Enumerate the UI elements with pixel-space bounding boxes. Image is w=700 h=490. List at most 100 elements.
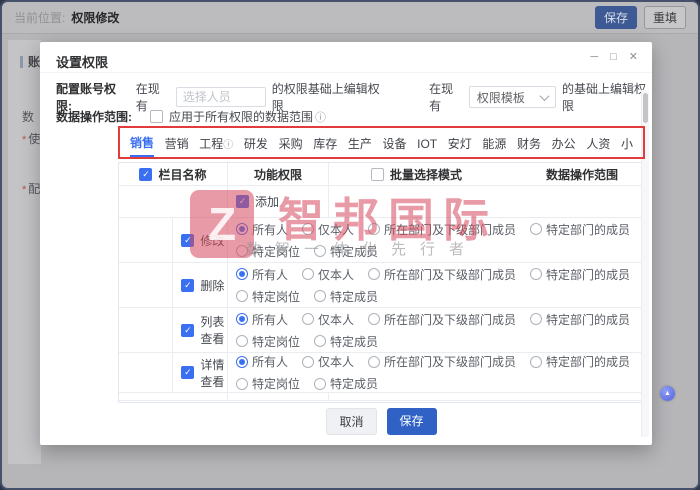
scope-option[interactable]: 所有人 [235, 311, 288, 328]
assistant-floating-button[interactable]: ▲ [660, 386, 675, 401]
permission-template-select[interactable]: 权限模板 [468, 86, 557, 108]
radio-icon[interactable] [235, 313, 248, 325]
radio-icon[interactable] [313, 245, 326, 257]
function-checkbox[interactable]: ✓ [181, 323, 195, 337]
radio-icon[interactable] [367, 313, 380, 325]
batch-mode-checkbox[interactable] [370, 167, 384, 181]
scope-option[interactable]: 特定岗位 [235, 333, 300, 350]
save-button[interactable]: 保存 [386, 408, 437, 435]
scope-option[interactable]: 所有人 [235, 221, 288, 238]
module-tab[interactable]: IOT [417, 131, 437, 155]
function-checkbox[interactable]: ✓ [181, 233, 195, 247]
scope-option-label: 特定岗位 [251, 244, 300, 259]
radio-icon[interactable] [235, 268, 248, 280]
module-tab[interactable]: 财务 [517, 129, 541, 156]
background-form-panel: 账号 数*使*配 [8, 40, 41, 464]
scope-option[interactable]: 仅本人 [301, 353, 354, 370]
dimmed-page: 当前位置: 权限修改 保存 重填 账号 数*使*配 设置权限 ─ □ ✕ 配 [2, 2, 698, 488]
radio-icon[interactable] [367, 268, 380, 280]
scope-option[interactable]: 特定岗位 [235, 288, 300, 305]
scope-option-label: 仅本人 [317, 312, 354, 327]
function-cell [228, 393, 329, 400]
scope-option[interactable]: 所在部门及下级部门成员 [367, 311, 516, 328]
radio-icon[interactable] [235, 355, 248, 368]
maximize-icon[interactable]: □ [610, 50, 617, 64]
scope-option[interactable]: 所在部门及下级部门成员 [367, 266, 516, 283]
module-tab[interactable]: 研发 [244, 129, 268, 156]
module-tab[interactable]: 办公 [552, 129, 576, 156]
cancel-button[interactable]: 取消 [326, 408, 377, 435]
module-tab[interactable]: 销售 [130, 128, 155, 157]
scope-option-label: 所在部门及下级部门成员 [383, 222, 516, 237]
radio-icon[interactable] [313, 290, 326, 302]
radio-icon[interactable] [301, 223, 314, 235]
scope-option[interactable]: 所在部门及下级部门成员 [367, 353, 516, 370]
module-tab[interactable]: 安灯 [448, 129, 472, 156]
scope-option[interactable]: 特定成员 [313, 288, 378, 305]
function-checkbox[interactable]: ✓ [181, 278, 195, 292]
function-label: 修改 [200, 233, 225, 248]
scope-option[interactable]: 特定部门的成员 [529, 311, 630, 328]
radio-icon[interactable] [529, 268, 542, 280]
scope-option[interactable]: 特定部门的成员 [529, 221, 630, 238]
minimize-icon[interactable]: ─ [590, 50, 598, 64]
scope-option[interactable]: 仅本人 [301, 311, 354, 328]
close-icon[interactable]: ✕ [629, 50, 638, 64]
scope-column-header: 数据操作范围 [546, 167, 619, 182]
radio-icon[interactable] [235, 290, 248, 302]
scope-option[interactable]: 所有人 [235, 266, 288, 283]
module-tab[interactable]: 工程ⓘ [199, 129, 233, 156]
module-tab[interactable]: 库存 [313, 129, 337, 156]
table-row: ✓ 删除 所有人 仅本人 所在部门及下级部门成员 特定部门的成员 特定岗位 特定成员 [119, 263, 644, 308]
radio-icon[interactable] [313, 335, 326, 347]
scope-option[interactable]: 所在部门及下级部门成员 [367, 221, 516, 238]
scope-option[interactable]: 特定成员 [313, 333, 378, 350]
radio-icon[interactable] [367, 355, 380, 368]
radio-icon[interactable] [529, 313, 542, 325]
radio-icon[interactable] [235, 335, 248, 347]
topbar-reset-button[interactable]: 重填 [643, 6, 686, 29]
module-tab[interactable]: 能源 [482, 129, 506, 156]
topbar-save-button[interactable]: 保存 [594, 6, 637, 29]
scope-option-label: 特定部门的成员 [545, 312, 630, 327]
function-checkbox[interactable]: ✓ [181, 366, 195, 379]
radio-icon[interactable] [529, 355, 542, 368]
column-name-cell [119, 186, 228, 217]
module-tab[interactable]: 设备 [382, 129, 406, 156]
radio-icon[interactable] [235, 245, 248, 257]
scope-option-label: 仅本人 [317, 355, 354, 369]
scope-option[interactable]: 所有人 [235, 353, 288, 370]
radio-icon[interactable] [301, 268, 314, 280]
column-name-cell [119, 393, 228, 400]
batch-mode-label: 批量选择模式 [389, 167, 462, 182]
function-checkbox[interactable]: ✓ [236, 195, 249, 208]
radio-icon[interactable] [313, 377, 326, 390]
scope-option[interactable]: 特定成员 [313, 243, 378, 260]
module-tab[interactable]: 小 [621, 129, 633, 156]
radio-icon[interactable] [301, 355, 314, 368]
scope-option[interactable]: 特定岗位 [235, 375, 300, 392]
scope-option[interactable]: 特定部门的成员 [529, 353, 630, 370]
radio-icon[interactable] [529, 223, 542, 235]
scope-option[interactable]: 仅本人 [301, 266, 354, 283]
scrollbar-thumb[interactable] [643, 93, 648, 123]
radio-icon[interactable] [367, 223, 380, 235]
apply-all-checkbox[interactable] [150, 110, 163, 123]
background-field-stub: * 使 [22, 130, 40, 147]
person-select-input[interactable] [175, 87, 266, 107]
radio-icon[interactable] [301, 313, 314, 325]
radio-icon[interactable] [235, 223, 248, 235]
radio-icon[interactable] [235, 377, 248, 390]
scope-option[interactable]: 特定部门的成员 [529, 266, 630, 283]
scope-option[interactable]: 特定成员 [313, 375, 378, 392]
module-tab[interactable]: 采购 [279, 129, 303, 156]
location-label: 当前位置: [14, 11, 66, 25]
required-asterisk: * [22, 134, 27, 146]
module-tab[interactable]: 人资 [586, 129, 610, 156]
scope-option[interactable]: 仅本人 [301, 221, 354, 238]
column-name-checkbox[interactable]: ✓ [139, 167, 153, 181]
scope-option[interactable]: 特定岗位 [235, 243, 300, 260]
data-scope-row: 数据操作范围: 应用于所有权限的数据范围 ⓘ [56, 108, 326, 125]
module-tab[interactable]: 营销 [165, 129, 189, 156]
module-tab[interactable]: 生产 [348, 129, 372, 156]
